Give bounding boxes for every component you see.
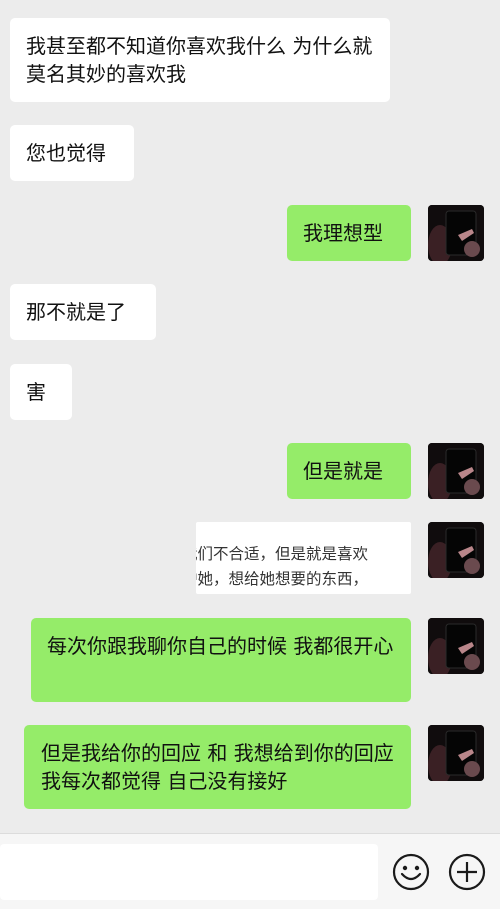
avatar-image xyxy=(428,618,484,674)
message-text: 害 xyxy=(26,380,46,404)
avatar[interactable] xyxy=(428,725,484,781)
message-bubble-outgoing[interactable]: 每次你跟我聊你自己的时候 我都很开心 xyxy=(31,618,411,702)
message-bubble-incoming[interactable]: 我甚至都不知道你喜欢我什么 为什么就莫名其妙的喜欢我 xyxy=(10,18,390,102)
message-bubble-outgoing[interactable]: 但是我给你的回应 和 我想给到你的回应 我每次都觉得 自己没有接好 xyxy=(24,725,411,809)
emoji-icon xyxy=(392,853,430,891)
message-text: 那不就是了 xyxy=(26,300,126,324)
message-bubble-incoming[interactable]: 您也觉得 xyxy=(10,125,134,181)
image-message[interactable]: 我们不合适，但是就是喜欢 护她，想给她想要的东西， xyxy=(196,522,411,594)
message-text: 但是我给你的回应 和 我想给到你的回应 我每次都觉得 自己没有接好 xyxy=(41,741,394,793)
avatar-image xyxy=(428,725,484,781)
message-input[interactable] xyxy=(0,844,378,900)
message-bubble-outgoing[interactable]: 但是就是 xyxy=(287,443,411,499)
plus-button[interactable] xyxy=(448,853,486,891)
avatar-image xyxy=(428,443,484,499)
message-text: 您也觉得 xyxy=(26,141,106,165)
avatar[interactable] xyxy=(428,205,484,261)
message-bubble-outgoing[interactable]: 我理想型 xyxy=(287,205,411,261)
emoji-button[interactable] xyxy=(392,853,430,891)
avatar-image xyxy=(428,205,484,261)
plus-icon xyxy=(448,853,486,891)
message-text: 我理想型 xyxy=(303,221,383,245)
avatar[interactable] xyxy=(428,618,484,674)
image-text-line: 我们不合适，但是就是喜欢 xyxy=(196,545,369,563)
message-bubble-incoming[interactable]: 害 xyxy=(10,364,72,420)
avatar[interactable] xyxy=(428,443,484,499)
message-text: 我甚至都不知道你喜欢我什么 为什么就莫名其妙的喜欢我 xyxy=(26,34,373,86)
input-toolbar xyxy=(0,833,500,909)
image-text-line: 护她，想给她想要的东西， xyxy=(196,570,369,588)
message-text: 每次你跟我聊你自己的时候 我都很开心 xyxy=(47,634,394,658)
avatar-image xyxy=(428,522,484,578)
message-bubble-incoming[interactable]: 那不就是了 xyxy=(10,284,156,340)
avatar[interactable] xyxy=(428,522,484,578)
message-text: 但是就是 xyxy=(303,459,383,483)
